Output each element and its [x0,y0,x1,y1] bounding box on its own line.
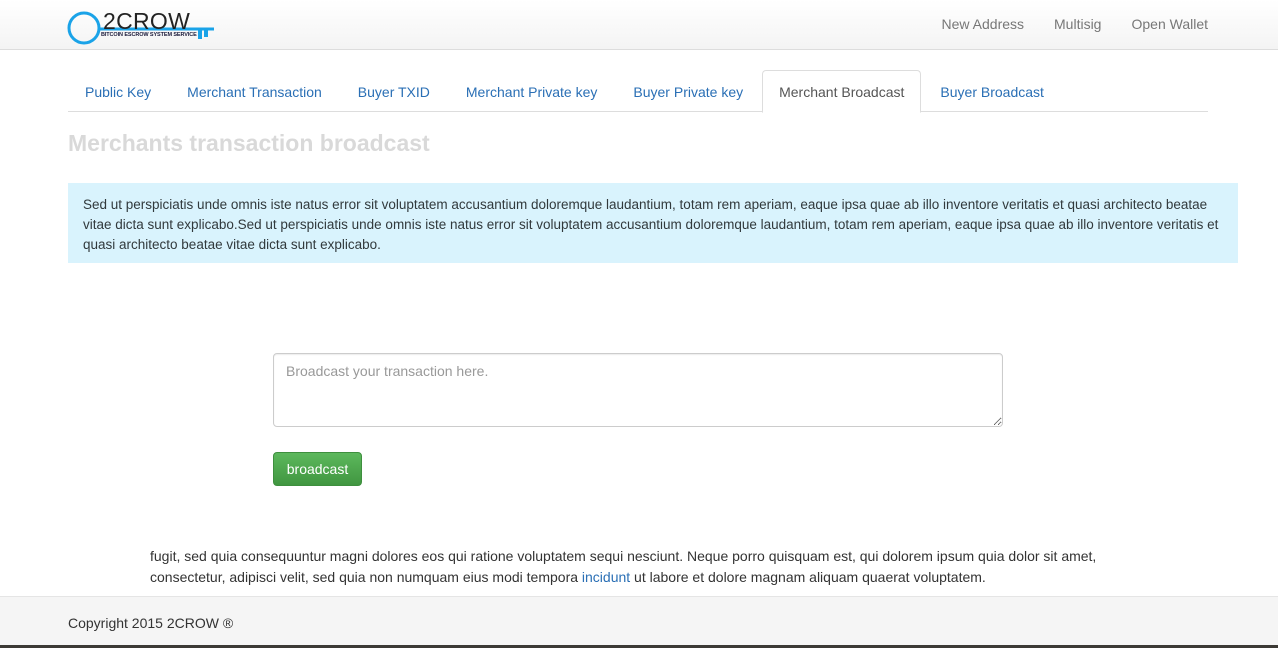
top-navbar: 2CROW BITCOIN ESCROW SYSTEM SERVICE New … [0,0,1278,50]
tab-bar: Public Key Merchant Transaction Buyer TX… [68,70,1208,113]
tab-buyer-txid[interactable]: Buyer TXID [341,70,447,112]
brand-logo[interactable]: 2CROW BITCOIN ESCROW SYSTEM SERVICE [67,8,217,48]
tab-merchant-private-key[interactable]: Merchant Private key [449,70,615,112]
footer: Copyright 2015 2CROW ® [0,596,1278,646]
info-alert: Sed ut perspiciatis unde omnis iste natu… [68,183,1238,263]
brand-tagline: BITCOIN ESCROW SYSTEM SERVICE [101,32,197,38]
tab-public-key[interactable]: Public Key [68,70,168,112]
body-paragraph: fugit, sed quia consequuntur magni dolor… [150,546,1150,588]
incidunt-link[interactable]: incidunt [582,569,630,585]
tab-merchant-transaction[interactable]: Merchant Transaction [170,70,339,112]
nav-link-new-address[interactable]: New Address [942,16,1024,32]
brand-name: 2CROW [103,8,191,34]
broadcast-button[interactable]: broadcast [273,452,362,486]
tab-buyer-private-key[interactable]: Buyer Private key [616,70,760,112]
broadcast-transaction-input[interactable] [273,353,1003,427]
nav-links: New Address Multisig Open Wallet [912,0,1208,48]
tab-buyer-broadcast[interactable]: Buyer Broadcast [923,70,1061,112]
body-text-end: ut labore et dolore magnam aliquam quaer… [630,569,986,585]
nav-link-open-wallet[interactable]: Open Wallet [1131,16,1208,32]
footer-copyright: Copyright 2015 2CROW ® [68,615,234,631]
nav-link-multisig[interactable]: Multisig [1054,16,1101,32]
page-title: Merchants transaction broadcast [68,130,430,156]
tab-merchant-broadcast[interactable]: Merchant Broadcast [762,70,922,113]
